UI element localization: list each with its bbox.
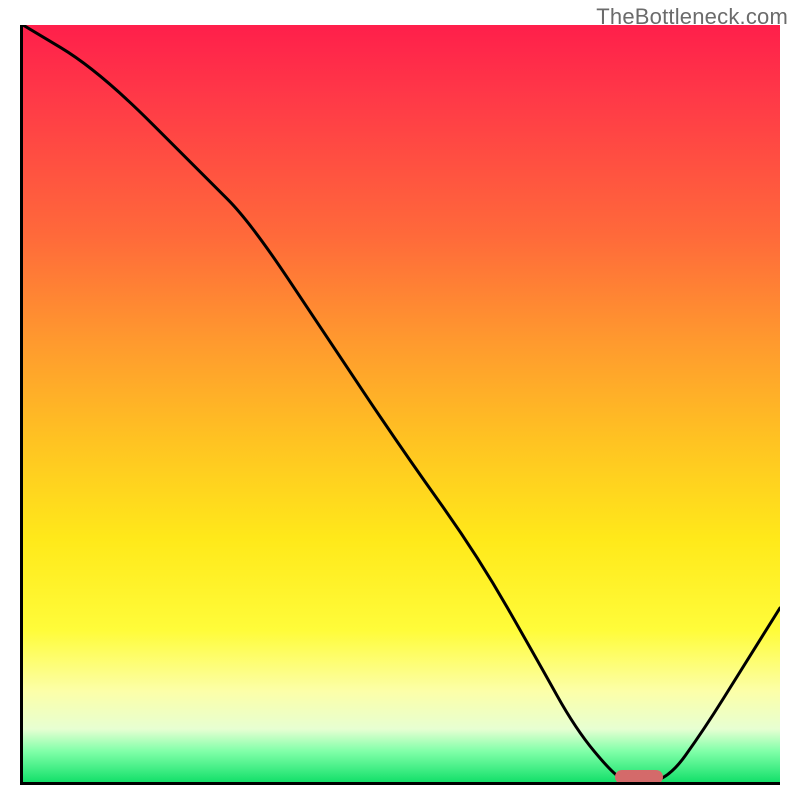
chart-canvas: TheBottleneck.com <box>0 0 800 800</box>
optimal-marker <box>615 770 663 784</box>
plot-area <box>20 25 780 785</box>
bottleneck-curve <box>23 25 780 782</box>
